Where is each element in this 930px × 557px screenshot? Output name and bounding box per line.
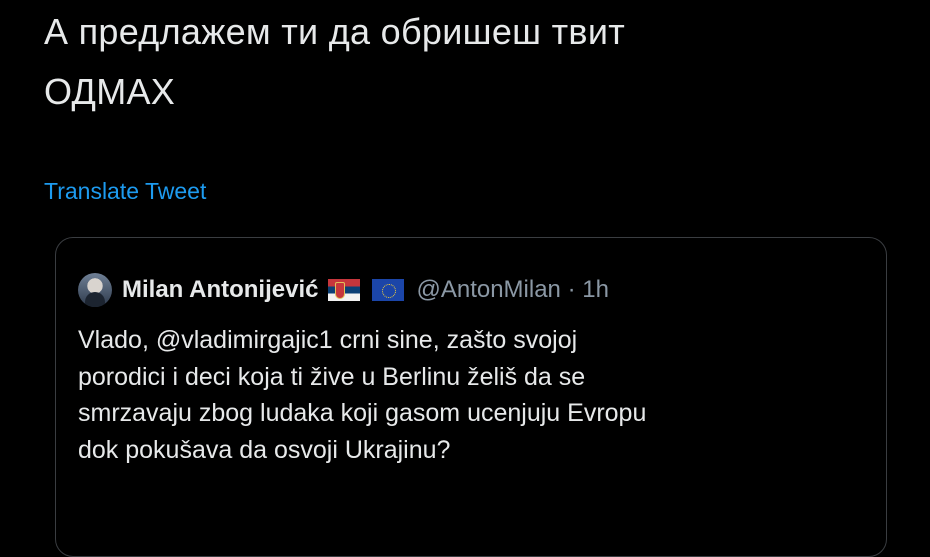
quoted-author-handle-time[interactable]: @AntonMilan · 1h: [416, 276, 608, 304]
quoted-body-line: porodici i deci koja ti žive u Berlinu ž…: [78, 362, 586, 391]
tweet-text-line-2: ОДМАХ: [44, 71, 176, 112]
translate-tweet-link[interactable]: Translate Tweet: [44, 178, 206, 205]
quoted-tweet-card[interactable]: Milan Antonijević @AntonMilan · 1h Vlado…: [55, 237, 887, 557]
tweet-text-line-1: А предлажем ти да обришеш твит: [44, 11, 626, 52]
quoted-tweet-header: Milan Antonijević @AntonMilan · 1h: [78, 272, 609, 308]
quoted-body-line: Vlado, @vladimirgajic1 crni sine, zašto …: [78, 326, 578, 354]
quoted-tweet-body: Vlado, @vladimirgajic1 crni sine, zašto …: [78, 322, 878, 468]
tweet-text: А предлажем ти да обришеш твит ОДМАХ: [44, 2, 904, 122]
avatar[interactable]: [78, 273, 112, 307]
quoted-body-line: dok pokušava da osvoji Ukrajinu?: [78, 435, 451, 464]
quoted-author-name[interactable]: Milan Antonijević: [122, 276, 318, 304]
quoted-body-line: smrzavaju zbog ludaka koji gasom ucenjuj…: [78, 399, 647, 427]
eu-flag-icon: [372, 279, 405, 301]
serbia-flag-icon: [328, 279, 361, 301]
